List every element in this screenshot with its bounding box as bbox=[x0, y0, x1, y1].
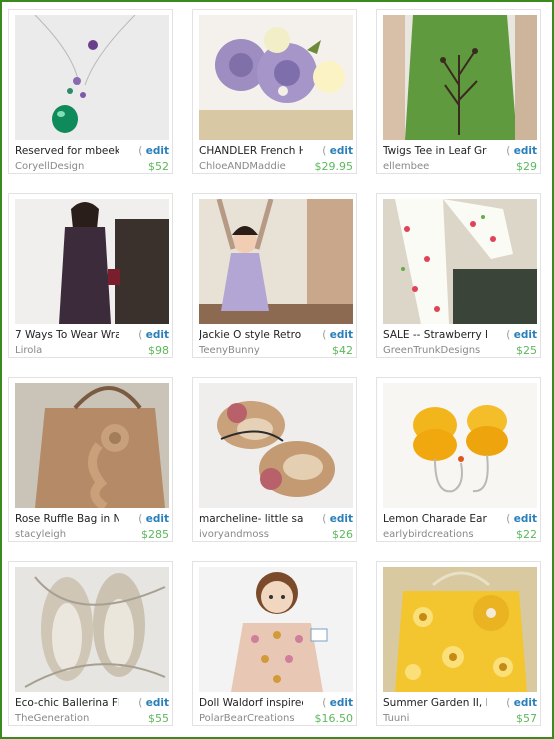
listing-price: $22 bbox=[516, 528, 537, 541]
edit-link[interactable]: edit bbox=[514, 145, 537, 157]
listing-price: $52 bbox=[148, 160, 169, 173]
listing-image-twigs-tee[interactable] bbox=[383, 15, 537, 140]
listing-card[interactable]: Rose Ruffle Bag in Nu... ( edit stacylei… bbox=[8, 377, 173, 542]
listing-title[interactable]: Jackie O style Retro mo... bbox=[199, 328, 303, 342]
edit-link[interactable]: edit bbox=[146, 697, 169, 709]
listing-image-ruffle-bag[interactable] bbox=[15, 383, 169, 508]
listing-title[interactable]: Twigs Tee in Leaf Green bbox=[383, 144, 487, 158]
listing-price: $26 bbox=[332, 528, 353, 541]
shop-name[interactable]: ChloeANDMaddie bbox=[199, 161, 286, 172]
listing-price: $16.50 bbox=[314, 712, 354, 725]
shop-name[interactable]: TheGeneration bbox=[15, 713, 89, 724]
listing-card[interactable]: marcheline- little satin b... ( edit ivo… bbox=[192, 377, 357, 542]
listing-card[interactable]: Lemon Charade Earrings ( edit earlybirdc… bbox=[376, 377, 541, 542]
shop-name[interactable]: Tuuni bbox=[383, 713, 409, 724]
listing-card[interactable]: CHANDLER French Ha... ( edit ChloeANDMad… bbox=[192, 9, 357, 174]
listing-title[interactable]: 7 Ways To Wear Wrap... bbox=[15, 328, 119, 342]
shop-name[interactable]: Lirola bbox=[15, 345, 42, 356]
edit-link[interactable]: edit bbox=[514, 329, 537, 341]
listing-title[interactable]: marcheline- little satin b... bbox=[199, 512, 303, 526]
edit-link[interactable]: edit bbox=[330, 145, 353, 157]
listing-image-strawberry-pants[interactable] bbox=[383, 199, 537, 324]
edit-link[interactable]: edit bbox=[514, 513, 537, 525]
shop-name[interactable]: TeenyBunny bbox=[199, 345, 260, 356]
listing-image-waldorf-doll[interactable] bbox=[199, 567, 353, 692]
listing-image-summer-garden-bag[interactable] bbox=[383, 567, 537, 692]
listing-title[interactable]: Reserved for mbeek - Ea... bbox=[15, 144, 119, 158]
edit-link[interactable]: edit bbox=[514, 697, 537, 709]
listing-price: $25 bbox=[516, 344, 537, 357]
listing-price: $55 bbox=[148, 712, 169, 725]
listing-price: $42 bbox=[332, 344, 353, 357]
listing-title[interactable]: Lemon Charade Earrings bbox=[383, 512, 487, 526]
listing-image-pendant[interactable] bbox=[15, 15, 169, 140]
edit-link[interactable]: edit bbox=[330, 697, 353, 709]
listing-title[interactable]: Summer Garden II, Fr... bbox=[383, 696, 487, 710]
listing-price: $98 bbox=[148, 344, 169, 357]
listing-card[interactable]: 7 Ways To Wear Wrap... ( edit Lirola $98 bbox=[8, 193, 173, 358]
shop-name[interactable]: CoryellDesign bbox=[15, 161, 84, 172]
shop-name[interactable]: ivoryandmoss bbox=[199, 529, 269, 540]
listing-image-ballerina-flats[interactable] bbox=[15, 567, 169, 692]
listing-card[interactable]: Summer Garden II, Fr... ( edit Tuuni $57 bbox=[376, 561, 541, 726]
listing-image-wrap-dress[interactable] bbox=[15, 199, 169, 324]
edit-link[interactable]: edit bbox=[146, 329, 169, 341]
listing-card[interactable]: SALE -- Strawberry Fie... ( edit GreenTr… bbox=[376, 193, 541, 358]
listing-card[interactable]: Jackie O style Retro mo... ( edit TeenyB… bbox=[192, 193, 357, 358]
shop-name[interactable]: GreenTrunkDesigns bbox=[383, 345, 480, 356]
listing-title[interactable]: CHANDLER French Ha... bbox=[199, 144, 303, 158]
edit-link[interactable]: edit bbox=[330, 329, 353, 341]
listing-price: $285 bbox=[141, 528, 169, 541]
shop-name[interactable]: stacyleigh bbox=[15, 529, 66, 540]
listing-title[interactable]: Doll Waldorf inspired Mi... bbox=[199, 696, 303, 710]
shop-name[interactable]: ellembee bbox=[383, 161, 429, 172]
shop-name[interactable]: PolarBearCreations bbox=[199, 713, 295, 724]
edit-link[interactable]: edit bbox=[146, 513, 169, 525]
listing-price: $57 bbox=[516, 712, 537, 725]
listing-title[interactable]: SALE -- Strawberry Fie... bbox=[383, 328, 487, 342]
listing-title[interactable]: Rose Ruffle Bag in Nu... bbox=[15, 512, 119, 526]
listing-card[interactable]: Reserved for mbeek - Ea... ( edit Coryel… bbox=[8, 9, 173, 174]
edit-link[interactable]: edit bbox=[330, 513, 353, 525]
listing-title[interactable]: Eco-chic Ballerina Flats bbox=[15, 696, 119, 710]
listing-card[interactable]: Doll Waldorf inspired Mi... ( edit Polar… bbox=[192, 561, 357, 726]
listing-price: $29.95 bbox=[314, 160, 354, 173]
listing-image-lemon-earrings[interactable] bbox=[383, 383, 537, 508]
shop-name[interactable]: earlybirdcreations bbox=[383, 529, 474, 540]
listing-image-retro-dress[interactable] bbox=[199, 199, 353, 324]
edit-link[interactable]: edit bbox=[146, 145, 169, 157]
listing-card[interactable]: Eco-chic Ballerina Flats ( edit TheGener… bbox=[8, 561, 173, 726]
listing-image-satin-shoes[interactable] bbox=[199, 383, 353, 508]
listing-card[interactable]: Twigs Tee in Leaf Green ( edit ellembee … bbox=[376, 9, 541, 174]
listing-price: $29 bbox=[516, 160, 537, 173]
listing-image-flower-headband[interactable] bbox=[199, 15, 353, 140]
